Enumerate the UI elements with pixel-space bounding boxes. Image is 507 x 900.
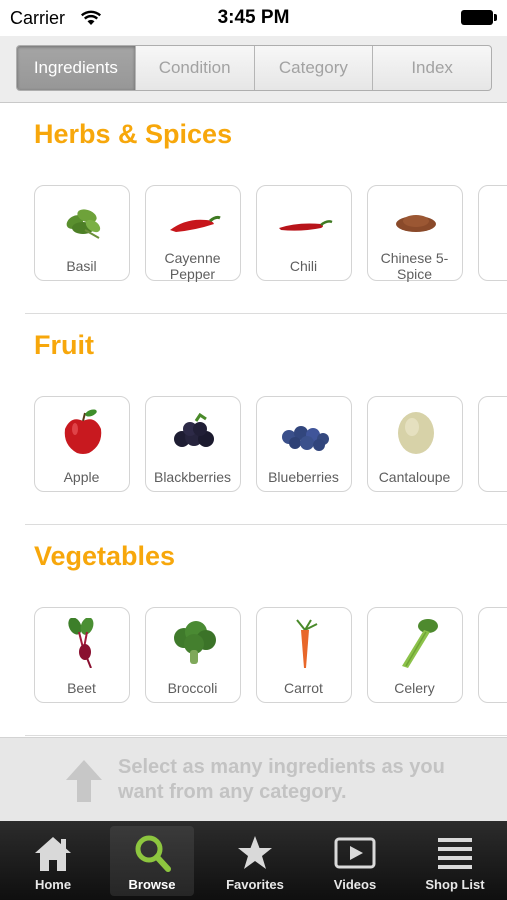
chili-icon (279, 220, 333, 231)
celery-icon (402, 619, 438, 668)
ingredient-card-blackberries[interactable]: Blackberries (145, 396, 241, 492)
ingredient-card-beet[interactable]: Beet (34, 607, 130, 703)
apple-icon (64, 409, 102, 454)
section-title-fruit: Fruit (34, 330, 94, 360)
ingredient-card-partial[interactable]: C (478, 396, 507, 492)
ingredient-label: Ce (479, 680, 507, 696)
chinese-five-spice-icon (396, 215, 436, 232)
vegetable-icon (499, 618, 507, 668)
star-icon (233, 831, 277, 875)
ingredient-card-chinese-5-spice[interactable]: Chinese 5- Spice (367, 185, 463, 282)
ingredient-label: Carrot (284, 680, 323, 696)
section-title-vegetables: Vegetables (34, 541, 176, 571)
beet-icon (68, 618, 94, 668)
ingredient-label: Cantaloupe (378, 469, 451, 485)
ingredient-label: Chili (289, 258, 318, 274)
ingredient-label: Chinese 5- Spice (380, 250, 449, 282)
ingredient-card-partial[interactable]: Ce (478, 607, 507, 703)
ingredient-label: C (479, 469, 507, 485)
status-bar: Carrier 3:45 PM (0, 0, 507, 36)
tab-label: Shop List (425, 877, 485, 892)
segmented-control: Ingredients Condition Category Index (16, 45, 492, 91)
tab-home[interactable]: Home (4, 821, 102, 900)
arrow-up-icon (66, 760, 102, 802)
segment-category[interactable]: Category (253, 46, 373, 90)
hint-panel: Select as many ingredients as you want f… (0, 737, 507, 822)
ingredient-card-partial[interactable]: C (478, 185, 507, 281)
battery-icon (461, 10, 497, 25)
ingredient-card-basil[interactable]: Basil (34, 185, 130, 281)
ingredient-label: C (479, 258, 507, 274)
ingredient-label: Celery (394, 680, 435, 696)
section-divider (25, 735, 507, 736)
ingredient-label: Blueberries (268, 469, 339, 485)
ingredient-label: Cayenne Pepper (164, 250, 221, 282)
tab-videos[interactable]: Videos (306, 821, 404, 900)
ingredient-label: Beet (67, 680, 96, 696)
segment-index[interactable]: Index (372, 46, 491, 90)
search-icon (130, 831, 174, 875)
cantaloupe-icon (398, 412, 434, 454)
ingredient-list[interactable]: Herbs & Spices Basil Cayenne Pepper Chil… (0, 103, 507, 737)
fruit-icon (499, 407, 507, 457)
ingredient-label: Basil (66, 258, 97, 274)
ingredient-card-carrot[interactable]: Carrot (256, 607, 352, 703)
segment-ingredients[interactable]: Ingredients (17, 46, 135, 90)
tab-label: Videos (333, 877, 377, 892)
tab-label: Home (34, 877, 72, 892)
ingredient-card-chili[interactable]: Chili (256, 185, 352, 281)
ingredient-card-cayenne-pepper[interactable]: Cayenne Pepper (145, 185, 241, 282)
herb-icon (499, 196, 507, 246)
home-icon (31, 831, 75, 875)
segment-bar: Ingredients Condition Category Index (0, 36, 507, 103)
blueberries-icon (282, 426, 329, 451)
section-title-herbs-spices: Herbs & Spices (34, 119, 233, 149)
ingredient-card-broccoli[interactable]: Broccoli (145, 607, 241, 703)
cayenne-pepper-icon (170, 215, 221, 232)
basil-icon (66, 209, 101, 239)
list-icon (433, 831, 477, 875)
tab-bar: Home Browse Favorites Videos Shop List (0, 821, 507, 900)
ingredient-card-blueberries[interactable]: Blueberries (256, 396, 352, 492)
tab-favorites[interactable]: Favorites (206, 821, 304, 900)
broccoli-icon (174, 621, 216, 664)
tab-shop-list[interactable]: Shop List (406, 821, 504, 900)
ingredient-card-celery[interactable]: Celery (367, 607, 463, 703)
clock: 3:45 PM (217, 7, 290, 28)
video-icon (333, 831, 377, 875)
blackberries-icon (174, 412, 214, 447)
carrot-icon (296, 619, 318, 668)
hint-text: Select as many ingredients as you want f… (118, 756, 445, 803)
ingredient-label: Blackberries (153, 469, 232, 485)
tab-browse[interactable]: Browse (110, 826, 194, 896)
section-divider (25, 313, 507, 314)
tab-label: Favorites (226, 877, 284, 892)
ingredient-label: Apple (63, 469, 100, 485)
ingredient-card-apple[interactable]: Apple (34, 396, 130, 492)
ingredient-card-cantaloupe[interactable]: Cantaloupe (367, 396, 463, 492)
tab-label: Browse (128, 877, 176, 892)
section-divider (25, 524, 507, 525)
segment-condition[interactable]: Condition (134, 46, 254, 90)
ingredient-label: Broccoli (167, 680, 218, 696)
